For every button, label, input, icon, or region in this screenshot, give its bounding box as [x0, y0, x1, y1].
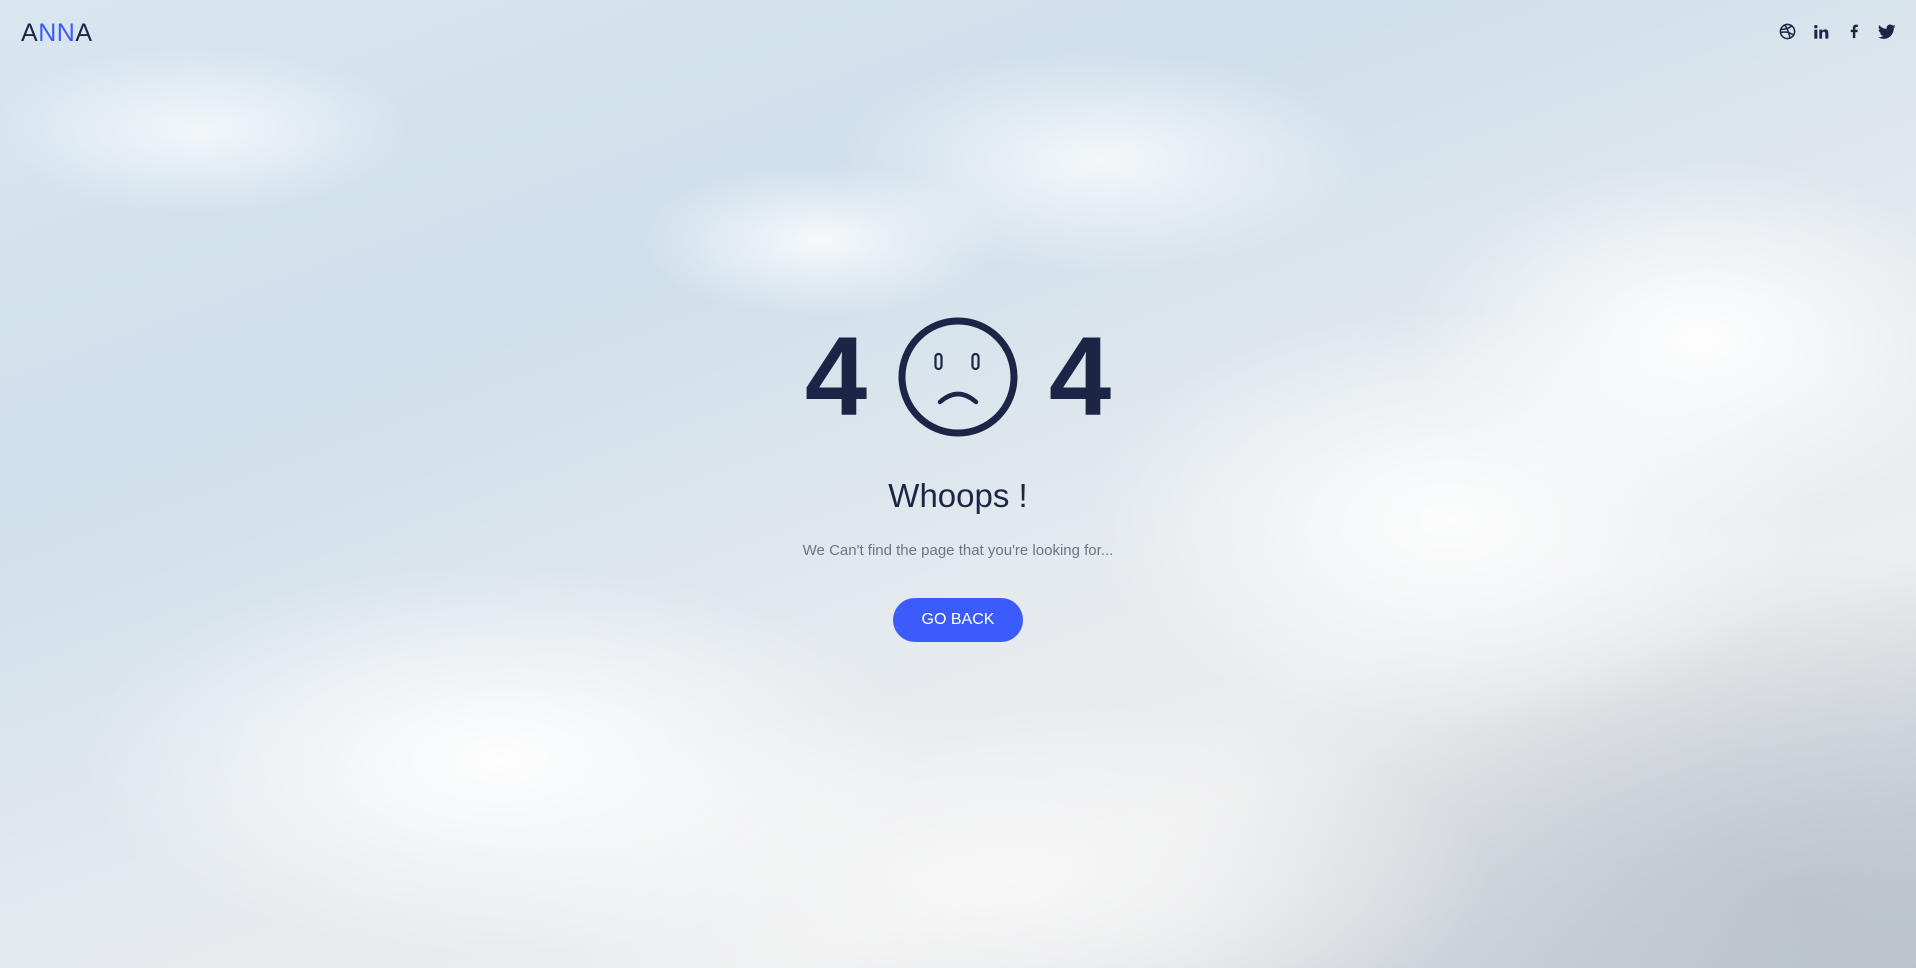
brand-logo[interactable]: ANNA	[21, 18, 93, 48]
linkedin-icon[interactable]	[1811, 22, 1830, 41]
brand-letter: N	[56, 19, 76, 47]
social-links	[1778, 22, 1896, 41]
error-content: 4 4 Whoops ! We Can't find the page that…	[0, 314, 1916, 642]
brand-letter: A	[75, 19, 93, 47]
twitter-icon[interactable]	[1877, 22, 1896, 41]
go-back-button[interactable]: GO BACK	[893, 598, 1023, 642]
error-digit-right: 4	[1048, 314, 1112, 439]
facebook-icon[interactable]	[1844, 22, 1863, 41]
brand-letter: N	[38, 19, 57, 47]
error-code: 4 4	[803, 314, 1113, 440]
error-message: We Can't find the page that you're looki…	[802, 542, 1114, 559]
dribbble-icon[interactable]	[1778, 22, 1797, 41]
error-title: Whoops !	[888, 477, 1028, 514]
error-digit-left: 4	[804, 314, 868, 439]
sad-face-icon	[898, 317, 1018, 437]
brand-letter: A	[21, 19, 39, 47]
